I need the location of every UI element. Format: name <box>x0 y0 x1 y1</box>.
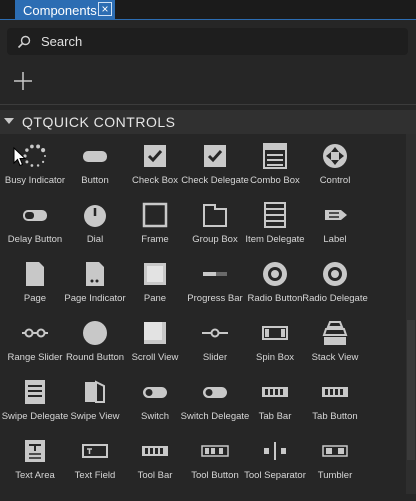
component-item-label[interactable]: Label <box>304 197 366 253</box>
component-item-frame[interactable]: Frame <box>124 197 186 253</box>
component-item-tumbler[interactable]: Tumbler <box>304 433 366 489</box>
slider-icon <box>202 328 228 338</box>
button-icon <box>83 151 107 162</box>
tool-button-icon <box>201 445 229 457</box>
component-label: Radio Delegate <box>302 293 368 304</box>
component-item-scroll-view[interactable]: Scroll View <box>124 315 186 371</box>
component-item-stack-view[interactable]: Stack View <box>304 315 366 371</box>
tab-label: Components <box>23 2 97 18</box>
component-item-combo-box[interactable]: Combo Box <box>244 138 306 194</box>
component-item-tool-bar[interactable]: Tool Bar <box>124 433 186 489</box>
scroll-view-icon <box>144 322 166 344</box>
component-item-page-indicator[interactable]: Page Indicator <box>64 256 126 312</box>
tab-bar-icon <box>262 387 288 397</box>
component-item-spin-box[interactable]: Spin Box <box>244 315 306 371</box>
component-item-progress-bar[interactable]: Progress Bar <box>184 256 246 312</box>
swipe-view-icon <box>85 380 105 403</box>
round-button-icon <box>83 321 107 345</box>
mouse-cursor-icon <box>13 147 27 167</box>
component-item-swipe-view[interactable]: Swipe View <box>64 374 126 430</box>
section-header-qtquick-controls[interactable]: QTQUICK CONTROLS <box>0 110 416 134</box>
tumbler-icon <box>322 445 348 457</box>
component-item-item-delegate[interactable]: Item Delegate <box>244 197 306 253</box>
component-item-dial[interactable]: Dial <box>64 197 126 253</box>
chevron-down-icon[interactable] <box>4 118 14 124</box>
frame-icon <box>142 202 168 228</box>
component-item-delay-button[interactable]: Delay Button <box>4 197 66 253</box>
scrollbar-thumb[interactable] <box>407 320 415 460</box>
component-item-round-button[interactable]: Round Button <box>64 315 126 371</box>
component-item-page[interactable]: Page <box>4 256 66 312</box>
radio-delegate-icon <box>323 262 347 286</box>
radio-button-icon <box>263 262 287 286</box>
component-item-check-box[interactable]: Check Box <box>124 138 186 194</box>
component-item-radio-delegate[interactable]: Radio Delegate <box>302 256 368 312</box>
section-title: QTQUICK CONTROLS <box>22 114 176 130</box>
tab-bar: Components × <box>0 0 416 20</box>
component-label: Tumbler <box>317 470 353 481</box>
search-icon <box>17 35 31 49</box>
progress-bar-icon <box>203 272 227 276</box>
dial-icon <box>84 205 106 227</box>
switch-icon <box>143 387 167 398</box>
switch-delegate-icon <box>203 387 227 398</box>
close-icon[interactable]: × <box>98 2 112 16</box>
component-item-tool-separator[interactable]: Tool Separator <box>244 433 306 489</box>
component-item-radio-button[interactable]: Radio Button <box>244 256 306 312</box>
text-field-icon <box>82 444 108 458</box>
component-item-button[interactable]: Button <box>64 138 126 194</box>
text-area-icon <box>25 440 45 462</box>
stack-view-icon <box>322 321 348 345</box>
control-icon <box>323 144 347 168</box>
tab-button-icon <box>322 387 348 397</box>
component-label: Control <box>319 175 351 186</box>
component-item-slider[interactable]: Slider <box>184 315 246 371</box>
tab-components[interactable]: Components × <box>15 0 115 20</box>
search-placeholder: Search <box>41 34 83 49</box>
check-box-icon <box>144 145 166 167</box>
component-label: Label <box>323 234 347 245</box>
check-delegate-icon <box>204 145 226 167</box>
component-item-tool-button[interactable]: Tool Button <box>184 433 246 489</box>
tool-bar-icon <box>142 446 168 456</box>
plus-icon[interactable] <box>13 71 33 91</box>
group-box-icon <box>203 204 227 227</box>
delay-button-icon <box>23 210 47 221</box>
swipe-delegate-icon <box>25 380 45 404</box>
label-icon <box>325 210 347 220</box>
page-indicator-icon <box>86 262 104 286</box>
combo-box-icon <box>263 143 287 169</box>
component-item-tab-button[interactable]: Tab Button <box>304 374 366 430</box>
component-item-switch[interactable]: Switch <box>124 374 186 430</box>
search-input[interactable]: Search <box>7 28 408 55</box>
component-item-switch-delegate[interactable]: Switch Delegate <box>181 374 249 430</box>
tool-separator-icon <box>264 442 286 460</box>
component-item-pane[interactable]: Pane <box>124 256 186 312</box>
component-item-range-slider[interactable]: Range Slider <box>4 315 66 371</box>
pane-icon <box>144 263 166 285</box>
component-label: Stack View <box>311 352 359 363</box>
component-item-text-area[interactable]: Text Area <box>4 433 66 489</box>
component-item-control[interactable]: Control <box>304 138 366 194</box>
tab-underline <box>0 19 416 20</box>
page-icon <box>26 262 44 286</box>
component-item-group-box[interactable]: Group Box <box>184 197 246 253</box>
component-label: Tab Button <box>312 411 358 422</box>
spin-box-icon <box>262 326 288 340</box>
divider <box>0 104 416 105</box>
component-item-swipe-delegate[interactable]: Swipe Delegate <box>2 374 68 430</box>
component-item-tab-bar[interactable]: Tab Bar <box>244 374 306 430</box>
range-slider-icon <box>22 328 48 338</box>
component-item-text-field[interactable]: Text Field <box>64 433 126 489</box>
component-item-check-delegate[interactable]: Check Delegate <box>181 138 249 194</box>
item-delegate-icon <box>264 202 286 228</box>
